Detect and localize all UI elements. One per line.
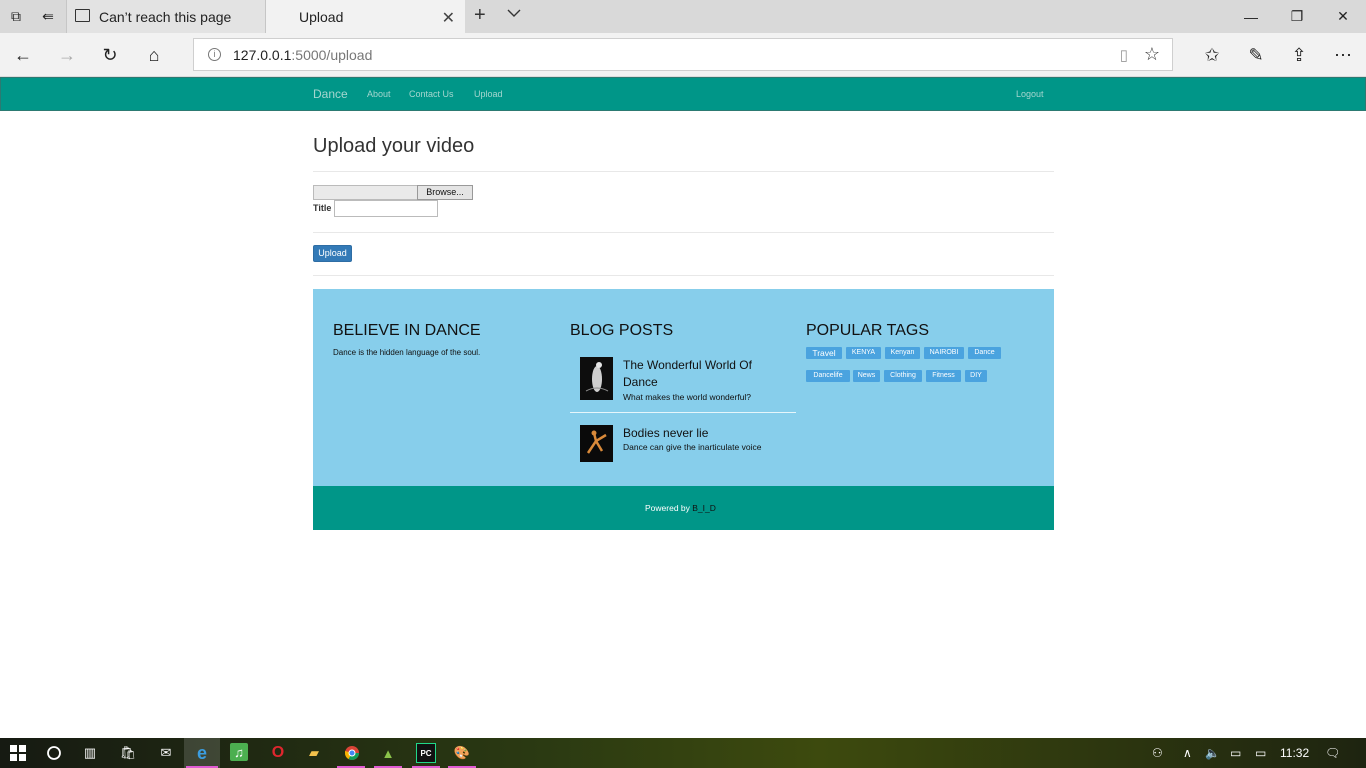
reading-view-icon[interactable]: ▯ bbox=[1120, 46, 1128, 64]
tag[interactable]: Dance bbox=[968, 347, 1001, 359]
volume-icon[interactable]: 🔈 bbox=[1205, 746, 1220, 760]
about-heading: BELIEVE IN DANCE bbox=[333, 322, 481, 339]
more-icon[interactable]: ⋯ bbox=[1331, 43, 1355, 67]
post-thumbnail[interactable] bbox=[580, 357, 613, 400]
footer: BELIEVE IN DANCE Dance is the hidden lan… bbox=[313, 289, 1054, 486]
chrome-icon[interactable] bbox=[342, 743, 362, 763]
copyright-bar: Powered by B_I_D bbox=[313, 486, 1054, 530]
powered-by-label: Powered by bbox=[645, 503, 690, 513]
mail-icon[interactable]: ✉ bbox=[156, 743, 176, 763]
tag[interactable]: Dancelife bbox=[806, 370, 850, 382]
page-title: Upload your video bbox=[313, 135, 475, 157]
start-windows-icon[interactable] bbox=[8, 743, 28, 763]
browser-tab-bar: ⧉ ⇚ Can’t reach this page Upload ✕ + — ❐… bbox=[0, 0, 1366, 33]
chevron-up-icon[interactable]: ∧ bbox=[1183, 746, 1192, 760]
about-text: Dance is the hidden language of the soul… bbox=[333, 348, 481, 357]
tab-cant-reach[interactable]: Can’t reach this page bbox=[66, 0, 266, 33]
upload-button[interactable]: Upload bbox=[313, 245, 352, 262]
divider bbox=[313, 232, 1054, 233]
opera-icon[interactable]: O bbox=[268, 743, 288, 763]
address-bar[interactable]: i 127.0.0.1:5000/upload ▯ ☆ bbox=[193, 38, 1173, 71]
new-tab-icon[interactable]: + bbox=[474, 4, 486, 27]
brand-link[interactable]: Dance bbox=[313, 87, 348, 101]
tabs-aside-icon[interactable]: ⇚ bbox=[38, 6, 58, 26]
file-input[interactable] bbox=[313, 185, 417, 200]
battery-icon[interactable]: ▭ bbox=[1255, 746, 1266, 760]
forward-icon[interactable]: → bbox=[55, 43, 79, 67]
browse-button[interactable]: Browse... bbox=[417, 185, 473, 200]
search-circle-icon[interactable] bbox=[44, 743, 64, 763]
edge-icon[interactable]: e bbox=[192, 743, 212, 763]
tag[interactable]: Travel bbox=[806, 347, 842, 359]
task-view-icon[interactable]: ▥ bbox=[80, 743, 100, 763]
tag[interactable]: Fitness bbox=[926, 370, 961, 382]
minimize-icon[interactable]: — bbox=[1228, 0, 1274, 33]
favorite-star-icon[interactable]: ☆ bbox=[1144, 44, 1160, 65]
nav-logout[interactable]: Logout bbox=[1016, 89, 1044, 99]
title-input[interactable] bbox=[334, 200, 438, 217]
powered-by-link[interactable]: B_I_D bbox=[692, 503, 716, 513]
share-icon[interactable]: ⇪ bbox=[1287, 43, 1311, 67]
divider bbox=[313, 275, 1054, 276]
browser-toolbar: ← → ↻ ⌂ i 127.0.0.1:5000/upload ▯ ☆ ✩ ✎ … bbox=[0, 33, 1366, 77]
post-subtitle: Dance can give the inarticulate voice bbox=[623, 442, 762, 452]
nav-upload[interactable]: Upload bbox=[474, 89, 503, 99]
favorites-list-icon[interactable]: ✩ bbox=[1200, 43, 1224, 67]
tab-upload[interactable]: Upload ✕ bbox=[266, 0, 465, 33]
tag[interactable]: Clothing bbox=[884, 370, 922, 382]
post-divider bbox=[570, 412, 796, 413]
url-host: 127.0.0.1 bbox=[233, 47, 292, 63]
post-thumbnail[interactable] bbox=[580, 425, 613, 462]
page-icon bbox=[75, 9, 90, 22]
restore-icon[interactable]: ❐ bbox=[1274, 0, 1320, 33]
web-note-icon[interactable]: ✎ bbox=[1244, 43, 1268, 67]
tab-label: Upload bbox=[299, 8, 344, 25]
post-title[interactable]: The Wonderful World Of Dance bbox=[623, 357, 783, 391]
post-subtitle: What makes the world wonderful? bbox=[623, 392, 752, 402]
tag[interactable]: DIY bbox=[965, 370, 987, 382]
blog-post[interactable]: The Wonderful World Of Dance What makes … bbox=[570, 357, 796, 407]
store-icon[interactable]: 🛍 bbox=[118, 743, 138, 763]
music-icon[interactable]: ♫ bbox=[230, 743, 248, 761]
powered-by: Powered by B_I_D bbox=[645, 503, 716, 513]
blog-heading: BLOG POSTS bbox=[570, 322, 674, 339]
url-text[interactable]: 127.0.0.1:5000/upload bbox=[233, 47, 372, 63]
tab-sets-icon[interactable]: ⧉ bbox=[6, 6, 26, 26]
home-icon[interactable]: ⌂ bbox=[142, 43, 166, 67]
blog-post[interactable]: Bodies never lie Dance can give the inar… bbox=[570, 425, 796, 465]
back-icon[interactable]: ← bbox=[11, 43, 35, 67]
chevron-down-icon[interactable] bbox=[506, 6, 522, 25]
clock-time[interactable]: 11:32 bbox=[1280, 746, 1309, 760]
tab-label: Can’t reach this page bbox=[99, 8, 232, 25]
title-label: Title bbox=[313, 203, 332, 213]
pycharm-icon[interactable]: PC bbox=[416, 743, 436, 763]
site-navbar: Dance About Contact Us Upload Logout bbox=[0, 77, 1366, 111]
android-icon[interactable]: ▲ bbox=[378, 743, 398, 763]
divider bbox=[313, 171, 1054, 172]
action-center-icon[interactable]: 🗨 bbox=[1325, 746, 1340, 760]
taskbar: ▥ 🛍 ✉ e ♫ O ▰ ▲ PC 🎨 ⚇ ∧ 🔈 ▭ ▭ 11:32 🗨 bbox=[0, 738, 1366, 768]
tags-heading: POPULAR TAGS bbox=[806, 322, 929, 339]
tag[interactable]: Kenyan bbox=[885, 347, 920, 359]
file-explorer-icon[interactable]: ▰ bbox=[304, 743, 324, 763]
info-icon[interactable]: i bbox=[208, 48, 221, 61]
refresh-icon[interactable]: ↻ bbox=[98, 43, 122, 67]
post-title[interactable]: Bodies never lie bbox=[623, 425, 783, 442]
tag[interactable]: KENYA bbox=[846, 347, 881, 359]
network-icon[interactable]: ▭ bbox=[1230, 746, 1241, 760]
close-tab-icon[interactable]: ✕ bbox=[442, 8, 455, 28]
url-path: :5000/upload bbox=[291, 47, 373, 63]
close-window-icon[interactable]: ✕ bbox=[1320, 0, 1366, 33]
nav-about[interactable]: About bbox=[367, 89, 391, 99]
tag[interactable]: NAIROBI bbox=[924, 347, 964, 359]
tag[interactable]: News bbox=[853, 370, 880, 382]
paint-icon[interactable]: 🎨 bbox=[452, 743, 472, 763]
people-icon[interactable]: ⚇ bbox=[1152, 746, 1163, 760]
nav-contact[interactable]: Contact Us bbox=[409, 89, 454, 99]
